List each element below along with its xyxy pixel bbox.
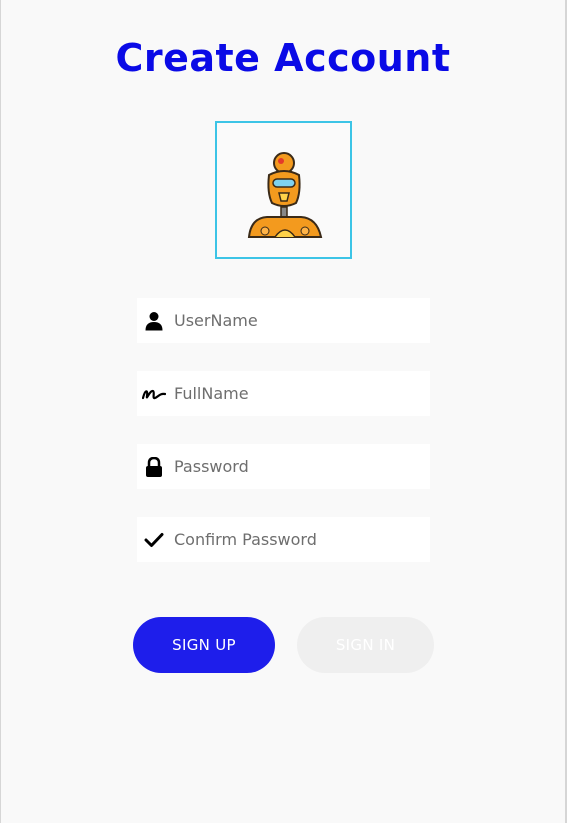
check-icon	[137, 517, 171, 562]
fullname-input[interactable]	[171, 373, 414, 414]
signature-icon	[137, 371, 171, 416]
password-input[interactable]	[171, 446, 414, 487]
avatar[interactable]	[215, 121, 352, 259]
page-title: Create Account	[115, 36, 451, 80]
sign-in-button[interactable]: SIGN IN	[297, 617, 434, 673]
user-icon	[137, 298, 171, 343]
password-field[interactable]	[137, 444, 430, 489]
sign-up-button[interactable]: SIGN UP	[133, 617, 275, 673]
signup-page: Create Account UserName FullName SIGN UP…	[0, 0, 567, 823]
confirm-password-input[interactable]	[171, 519, 414, 560]
lock-icon	[137, 444, 171, 489]
confirm-password-field[interactable]	[137, 517, 430, 562]
robot-avatar-icon	[247, 152, 323, 238]
username-field[interactable]	[137, 298, 430, 343]
fullname-field[interactable]	[137, 371, 430, 416]
username-input[interactable]	[171, 300, 414, 341]
